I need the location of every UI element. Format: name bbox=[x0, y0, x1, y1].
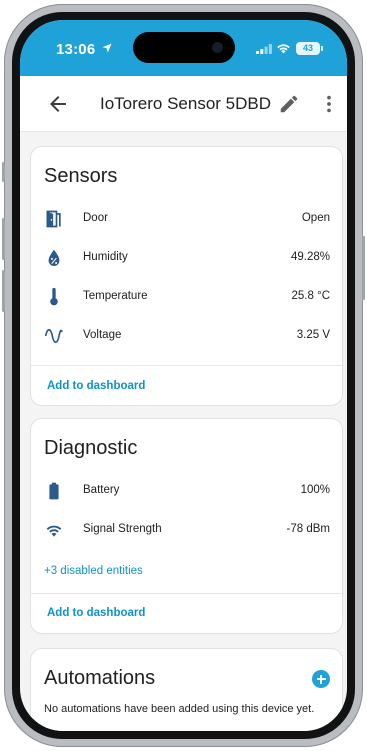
sensor-label: Humidity bbox=[83, 251, 128, 263]
wifi-icon bbox=[46, 525, 62, 537]
disabled-entities-link[interactable]: +3 disabled entities bbox=[44, 565, 143, 577]
page-title: IoTorero Sensor 5DBD bbox=[100, 94, 272, 113]
water-percent-icon bbox=[48, 249, 60, 266]
sensors-title: Sensors bbox=[44, 165, 118, 187]
sensor-value: 3.25 V bbox=[296, 329, 330, 341]
dynamic-island bbox=[133, 32, 235, 63]
plus-circle-icon[interactable] bbox=[312, 670, 330, 688]
automations-card: Automations No automations have been add… bbox=[30, 648, 343, 731]
back-arrow-icon[interactable] bbox=[46, 92, 70, 116]
sine-wave-icon bbox=[44, 328, 63, 344]
door-open-icon bbox=[46, 210, 61, 228]
phone-bezel: 13:06 43 IoTorero Sensor 5DBD Sensors Do… bbox=[12, 12, 355, 739]
app-bar: IoTorero Sensor 5DBD bbox=[20, 76, 347, 132]
status-bar: 13:06 43 bbox=[20, 20, 347, 76]
add-to-dashboard-button[interactable]: Add to dashboard bbox=[47, 380, 145, 392]
volume-up-button bbox=[2, 218, 5, 260]
card-divider bbox=[31, 593, 344, 594]
sensor-label: Door bbox=[83, 212, 108, 224]
sensor-row-door[interactable]: Door Open bbox=[31, 205, 344, 233]
phone-frame: 13:06 43 IoTorero Sensor 5DBD Sensors Do… bbox=[2, 4, 365, 747]
pencil-icon[interactable] bbox=[278, 93, 300, 115]
sensor-value: 49.28% bbox=[290, 251, 330, 263]
action-button bbox=[2, 162, 5, 182]
card-divider bbox=[31, 365, 344, 366]
add-to-dashboard-button[interactable]: Add to dashboard bbox=[47, 607, 145, 619]
wifi-icon bbox=[277, 44, 290, 54]
sensor-value: Open bbox=[301, 212, 330, 224]
diagnostic-value: -78 dBm bbox=[286, 523, 330, 535]
sensors-card: Sensors Door Open Humidity 49.28% Temper… bbox=[30, 146, 344, 406]
thermometer-icon bbox=[50, 287, 58, 306]
sensor-label: Temperature bbox=[83, 290, 148, 302]
volume-down-button bbox=[2, 270, 5, 312]
diagnostic-title: Diagnostic bbox=[44, 437, 138, 459]
screen: 13:06 43 IoTorero Sensor 5DBD Sensors Do… bbox=[20, 20, 347, 731]
diagnostic-label: Signal Strength bbox=[83, 523, 162, 535]
sensor-value: 25.8 °C bbox=[291, 290, 330, 302]
battery-tip bbox=[321, 46, 323, 51]
location-arrow-icon bbox=[102, 43, 112, 53]
diagnostic-row-signal[interactable]: Signal Strength -78 dBm bbox=[31, 516, 344, 544]
diagnostic-label: Battery bbox=[83, 484, 120, 496]
sensor-label: Voltage bbox=[83, 329, 122, 341]
diagnostic-card: Diagnostic Battery 100% Signal Strength … bbox=[30, 418, 344, 634]
diagnostic-row-battery[interactable]: Battery 100% bbox=[31, 477, 344, 505]
automations-title: Automations bbox=[44, 667, 156, 689]
sensor-row-temperature[interactable]: Temperature 25.8 °C bbox=[31, 283, 344, 311]
diagnostic-value: 100% bbox=[300, 484, 330, 496]
cellular-signal-icon bbox=[256, 44, 272, 54]
front-camera bbox=[212, 42, 223, 53]
automations-empty-text: No automations have been added using thi… bbox=[44, 703, 315, 715]
more-vertical-icon[interactable] bbox=[318, 93, 340, 115]
power-button bbox=[362, 236, 365, 300]
sensor-row-voltage[interactable]: Voltage 3.25 V bbox=[31, 322, 344, 350]
sensor-row-humidity[interactable]: Humidity 49.28% bbox=[31, 244, 344, 272]
battery-icon: 43 bbox=[296, 42, 320, 55]
battery-full-icon bbox=[49, 482, 59, 500]
status-time: 13:06 bbox=[56, 41, 96, 58]
